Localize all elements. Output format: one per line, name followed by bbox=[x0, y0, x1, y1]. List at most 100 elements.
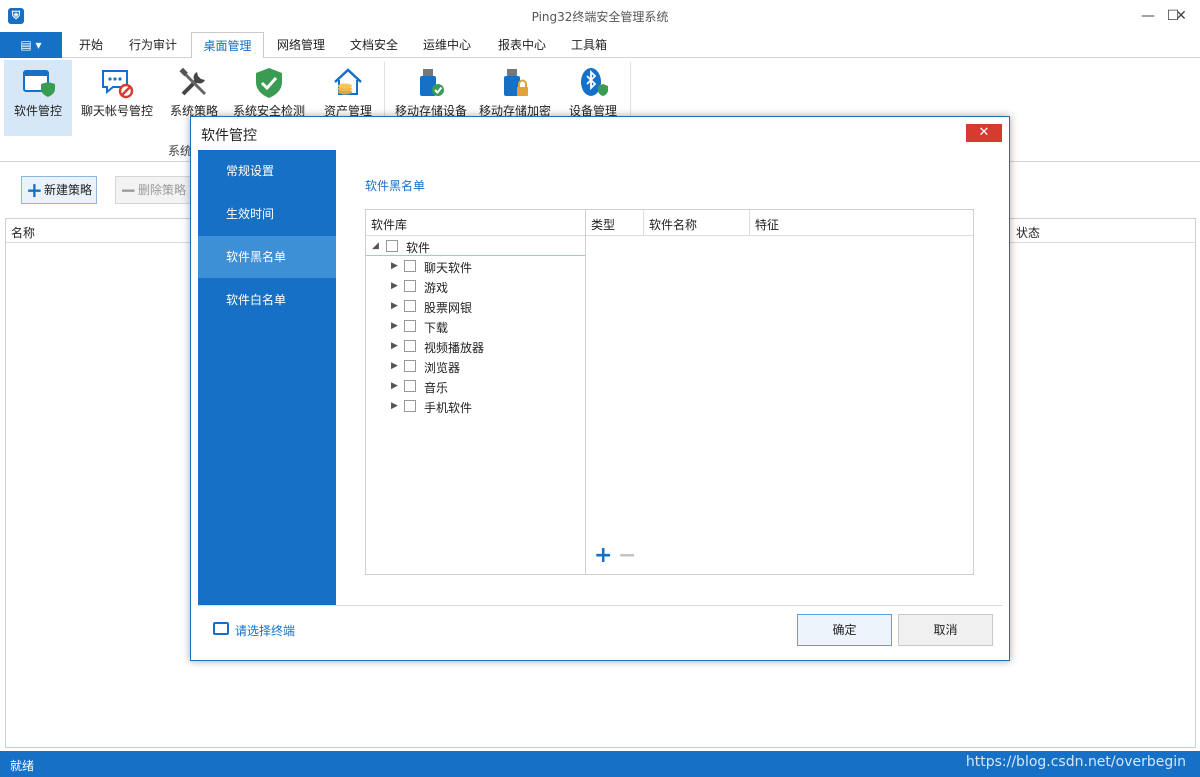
delete-policy-label: 删除策略 bbox=[138, 183, 187, 197]
tree-checkbox[interactable] bbox=[404, 360, 416, 372]
cancel-button[interactable]: 取消 bbox=[898, 614, 993, 646]
tree-item[interactable]: ▶ 视频播放器 bbox=[366, 336, 585, 356]
column-header-software-name[interactable]: 软件名称 bbox=[649, 216, 697, 233]
tab-report-center[interactable]: 报表中心 bbox=[489, 32, 555, 58]
tree-label: 手机软件 bbox=[424, 401, 473, 415]
shield-check-icon bbox=[256, 68, 282, 98]
tools-icon bbox=[179, 67, 207, 96]
new-policy-label: 新建策略 bbox=[44, 183, 93, 197]
monitor-icon bbox=[213, 622, 229, 635]
status-bar: 就绪 https://blog.csdn.net/overbegin bbox=[0, 751, 1200, 777]
new-policy-button[interactable]: + 新建策略 bbox=[21, 176, 97, 204]
tab-network-management[interactable]: 网络管理 bbox=[268, 32, 334, 58]
expand-arrow-icon[interactable]: ▶ bbox=[391, 336, 401, 356]
expand-arrow-icon[interactable]: ▶ bbox=[391, 296, 401, 316]
add-icon[interactable]: + bbox=[594, 545, 612, 567]
tree-checkbox[interactable] bbox=[404, 280, 416, 292]
column-header-feature[interactable]: 特征 bbox=[755, 216, 779, 233]
expand-arrow-icon[interactable]: ▶ bbox=[391, 396, 401, 416]
close-window-button[interactable]: ✕ bbox=[1166, 4, 1196, 28]
tree-label: 下载 bbox=[424, 321, 449, 335]
plus-icon: + bbox=[26, 178, 43, 202]
tree-label: 视频播放器 bbox=[424, 341, 485, 355]
bluetooth-icon bbox=[581, 68, 608, 96]
choose-terminal-label: 请选择终端 bbox=[235, 624, 296, 638]
ok-button[interactable]: 确定 bbox=[797, 614, 892, 646]
ribbon-tab-bar: ▤ ▾ 开始 行为审计 桌面管理 网络管理 文档安全 运维中心 报表中心 工具箱 bbox=[0, 32, 1200, 59]
software-control-icon bbox=[23, 70, 55, 97]
column-header-name[interactable]: 名称 bbox=[11, 224, 35, 241]
tree-checkbox[interactable] bbox=[386, 240, 398, 252]
software-library-panel: 软件库 ◢ 软件 ▶ 聊天软件 ▶ 游戏 ▶ 股票网银 ▶ 下载 ▶ 视频播放器… bbox=[365, 209, 586, 575]
dialog-nav: 常规设置 生效时间 软件黑名单 软件白名单 bbox=[198, 150, 336, 605]
usb-lock-icon bbox=[504, 69, 528, 96]
tree-item[interactable]: ▶ 下载 bbox=[366, 316, 585, 336]
tab-toolbox[interactable]: 工具箱 bbox=[562, 32, 616, 58]
blacklist-header: 类型 软件名称 特征 bbox=[586, 210, 973, 236]
dialog-title: 软件管控 bbox=[201, 128, 257, 144]
choose-terminal-link[interactable]: 请选择终端 bbox=[213, 622, 295, 639]
chat-account-icon bbox=[102, 70, 134, 99]
section-title: 软件黑名单 bbox=[365, 179, 426, 193]
tab-ops-center[interactable]: 运维中心 bbox=[414, 32, 480, 58]
expand-arrow-icon[interactable]: ▶ bbox=[391, 276, 401, 296]
nav-item-software-whitelist[interactable]: 软件白名单 bbox=[198, 279, 336, 321]
blacklist-table[interactable]: 类型 软件名称 特征 + − bbox=[585, 209, 974, 575]
library-header: 软件库 bbox=[366, 210, 585, 236]
expand-arrow-icon[interactable]: ▶ bbox=[391, 256, 401, 276]
tree-checkbox[interactable] bbox=[404, 300, 416, 312]
column-divider[interactable] bbox=[643, 210, 644, 236]
tree-label: 聊天软件 bbox=[424, 261, 473, 275]
tree-label: 浏览器 bbox=[424, 361, 461, 375]
tree-checkbox[interactable] bbox=[404, 400, 416, 412]
tree-item[interactable]: ▶ 音乐 bbox=[366, 376, 585, 396]
expand-arrow-icon[interactable]: ▶ bbox=[391, 356, 401, 376]
nav-item-software-blacklist[interactable]: 软件黑名单 bbox=[198, 236, 336, 278]
tree-checkbox[interactable] bbox=[404, 340, 416, 352]
nav-item-general-settings[interactable]: 常规设置 bbox=[198, 150, 336, 192]
tree-item[interactable]: ▶ 浏览器 bbox=[366, 356, 585, 376]
tab-start[interactable]: 开始 bbox=[70, 32, 112, 58]
dialog-close-button[interactable]: ✕ bbox=[966, 124, 1002, 142]
tab-behavior-audit[interactable]: 行为审计 bbox=[120, 32, 186, 58]
expand-arrow-icon[interactable]: ▶ bbox=[391, 376, 401, 396]
tree-checkbox[interactable] bbox=[404, 320, 416, 332]
delete-policy-button[interactable]: − 删除策略 bbox=[115, 176, 191, 204]
column-header-status[interactable]: 状态 bbox=[1016, 224, 1040, 241]
nav-item-effective-time[interactable]: 生效时间 bbox=[198, 193, 336, 235]
ribbon-label: 软件管控 bbox=[13, 104, 62, 118]
window-title: Ping32终端安全管理系统 bbox=[531, 10, 669, 24]
tree-item[interactable]: ▶ 股票网银 bbox=[366, 296, 585, 316]
ribbon-group-label: 系统 bbox=[168, 144, 193, 158]
column-header-type[interactable]: 类型 bbox=[591, 216, 615, 233]
column-divider[interactable] bbox=[749, 210, 750, 236]
tree-label: 股票网银 bbox=[424, 301, 473, 315]
tree-root[interactable]: ◢ 软件 bbox=[366, 236, 585, 256]
dialog-footer-divider bbox=[198, 605, 1003, 606]
tree-checkbox[interactable] bbox=[404, 380, 416, 392]
ribbon-label: 聊天帐号管控 bbox=[80, 104, 153, 118]
asset-icon bbox=[334, 68, 362, 95]
expand-arrow-icon[interactable]: ▶ bbox=[391, 316, 401, 336]
watermark: https://blog.csdn.net/overbegin bbox=[965, 754, 1186, 770]
title-bar: ⛨ Ping32终端安全管理系统 — ☐ ✕ bbox=[0, 0, 1200, 32]
minus-icon: − bbox=[120, 178, 137, 202]
tab-desktop-management[interactable]: 桌面管理 bbox=[191, 32, 264, 59]
software-control-button[interactable]: 软件管控 bbox=[4, 60, 72, 136]
collapse-arrow-icon[interactable]: ◢ bbox=[372, 236, 382, 256]
tree-checkbox[interactable] bbox=[404, 260, 416, 272]
tree-label: 游戏 bbox=[424, 281, 449, 295]
software-control-dialog: 软件管控 ✕ 常规设置 生效时间 软件黑名单 软件白名单 软件黑名单 软件库 ◢… bbox=[190, 116, 1010, 661]
usb-icon bbox=[420, 69, 444, 96]
tree-item[interactable]: ▶ 聊天软件 bbox=[366, 256, 585, 276]
remove-icon[interactable]: − bbox=[618, 545, 636, 567]
tree-item[interactable]: ▶ 手机软件 bbox=[366, 396, 585, 416]
chat-account-button[interactable]: 聊天帐号管控 bbox=[78, 60, 156, 136]
status-text: 就绪 bbox=[10, 759, 35, 773]
tree-label: 软件 bbox=[406, 241, 431, 255]
tree-item[interactable]: ▶ 游戏 bbox=[366, 276, 585, 296]
tab-document-security[interactable]: 文档安全 bbox=[341, 32, 407, 58]
app-menu-button[interactable]: ▤ ▾ bbox=[0, 32, 62, 58]
tree-label: 音乐 bbox=[424, 381, 449, 395]
library-header-label: 软件库 bbox=[371, 218, 408, 232]
